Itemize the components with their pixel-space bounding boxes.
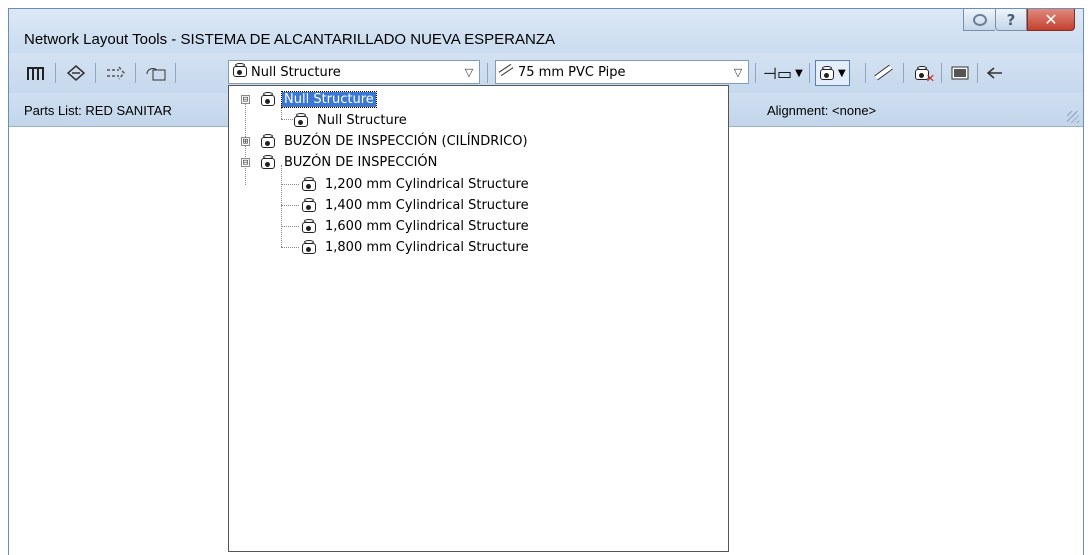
network-properties-icon[interactable]: [23, 61, 49, 85]
structure-icon: [301, 218, 317, 234]
toolbar-separator: [809, 63, 810, 83]
toolbar-separator: [95, 63, 96, 83]
structure-icon: [260, 133, 276, 149]
collapse-icon[interactable]: ⊟: [241, 94, 250, 104]
tree-node[interactable]: 1,400 mm Cylindrical Structure: [301, 195, 531, 215]
tree-node[interactable]: ⊟ Null Structure: [241, 89, 377, 109]
pipe-icon: [496, 63, 518, 80]
chevron-down-icon[interactable]: ▽: [728, 66, 748, 79]
structure-mode-button[interactable]: ▼: [815, 60, 850, 86]
tree-node[interactable]: Null Structure: [293, 110, 409, 130]
tree-node[interactable]: 1,600 mm Cylindrical Structure: [301, 216, 531, 236]
toolbar-separator: [941, 63, 942, 83]
tree-node-label: BUZÓN DE INSPECCIÓN: [284, 154, 438, 170]
tree-node[interactable]: 1,800 mm Cylindrical Structure: [301, 237, 531, 257]
structure-tree: ⊟ Null Structure Null Structure ⊞ BUZÓN …: [229, 86, 728, 551]
tree-node[interactable]: ⊟ BUZÓN DE INSPECCIÓN: [241, 152, 439, 172]
undo-icon[interactable]: [983, 61, 1009, 85]
collapse-icon[interactable]: ⊟: [241, 157, 250, 167]
tree-node-label: BUZÓN DE INSPECCIÓN (CILÍNDRICO): [284, 133, 528, 149]
caption-buttons: ? ✕: [963, 9, 1075, 33]
toolbar-separator: [135, 63, 136, 83]
structure-combo[interactable]: Null Structure ▽: [228, 60, 480, 84]
title-bar: Network Layout Tools - SISTEMA DE ALCANT…: [9, 9, 1083, 53]
tree-node-label: Null Structure: [281, 90, 377, 108]
structure-icon: [293, 112, 309, 128]
pipe-combo[interactable]: 75 mm PVC Pipe ▽: [495, 60, 749, 84]
structure-icon: [301, 176, 317, 192]
close-button[interactable]: ✕: [1027, 9, 1075, 31]
panorama-icon[interactable]: [947, 61, 973, 85]
parts-list-icon[interactable]: [63, 61, 89, 85]
structure-combo-value: Null Structure: [251, 64, 341, 80]
dropdown-arrow-icon[interactable]: ▼: [795, 68, 803, 79]
resize-grip[interactable]: [1067, 111, 1079, 123]
help-button[interactable]: ?: [995, 9, 1027, 31]
toolbar-separator: [977, 63, 978, 83]
structure-icon: [301, 239, 317, 255]
toolbar-separator: [55, 63, 56, 83]
pipe-combo-value: 75 mm PVC Pipe: [518, 64, 626, 80]
structure-icon: [301, 197, 317, 213]
parts-list-status: Parts List: RED SANITAR: [24, 103, 172, 118]
draw-pipes-and-structures-button[interactable]: ⊣▭ ▼: [763, 60, 803, 86]
structure-icon: [229, 62, 251, 82]
tree-node-label: 1,200 mm Cylindrical Structure: [325, 176, 529, 192]
pin-icon: [972, 13, 987, 26]
toolbar-separator: [755, 63, 756, 83]
toolbar-separator: [175, 63, 176, 83]
dropdown-arrow-icon[interactable]: ▼: [838, 68, 846, 79]
structure-icon: [260, 154, 276, 170]
expand-icon[interactable]: ⊞: [241, 136, 250, 146]
tree-node-label: Null Structure: [317, 112, 407, 128]
structure-dropdown-list[interactable]: ⊟ Null Structure Null Structure ⊞ BUZÓN …: [228, 85, 729, 552]
toolbar-separator: [903, 63, 904, 83]
tree-node-label: 1,400 mm Cylindrical Structure: [325, 197, 529, 213]
chevron-down-icon[interactable]: ▽: [459, 66, 479, 79]
toolbar-separator: [865, 63, 866, 83]
delete-structure-icon[interactable]: ✕: [909, 61, 935, 85]
draw-network-icon: ⊣▭: [763, 63, 793, 83]
alignment-status: Alignment: <none>: [767, 103, 877, 118]
pin-button[interactable]: [963, 9, 995, 31]
tree-node[interactable]: ⊞ BUZÓN DE INSPECCIÓN (CILÍNDRICO): [241, 131, 530, 151]
catalog-icon[interactable]: [143, 61, 169, 85]
pipe-only-icon[interactable]: [871, 61, 897, 85]
swap-part-icon[interactable]: [103, 61, 129, 85]
tree-node-label: 1,600 mm Cylindrical Structure: [325, 218, 529, 234]
tree-node-label: 1,800 mm Cylindrical Structure: [325, 239, 529, 255]
structure-icon: [260, 91, 276, 107]
tree-node[interactable]: 1,200 mm Cylindrical Structure: [301, 174, 531, 194]
structure-icon: [819, 65, 835, 81]
window-title: Network Layout Tools - SISTEMA DE ALCANT…: [24, 31, 556, 48]
toolbar-separator: [487, 63, 488, 83]
